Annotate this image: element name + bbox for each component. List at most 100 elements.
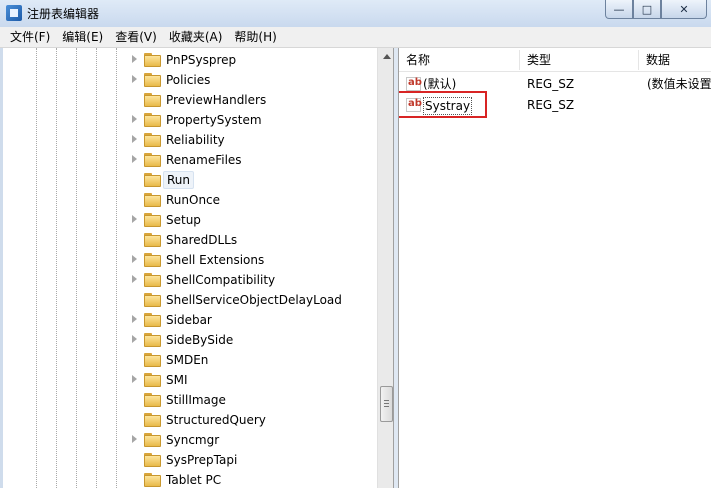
tree-node-label: SideBySide [166,333,234,347]
registry-tree[interactable]: PnPSysprep Policies PreviewHandlers Propert… [3,48,394,488]
expand-arrow-icon[interactable] [132,335,137,343]
expand-arrow-icon[interactable] [132,215,137,223]
value-row[interactable]: ab Systray REG_SZ [399,91,711,118]
tree-node[interactable]: SysPrepTapi [3,450,375,470]
string-value-icon: ab [406,77,422,91]
value-name: (默认) [423,77,457,91]
tree-node-label: SharedDLLs [166,233,238,247]
column-name[interactable]: 名称 [399,48,519,72]
column-type[interactable]: 类型 [520,48,638,72]
tree-node[interactable]: SharedDLLs [3,230,375,250]
title-bar: 注册表编辑器 — □ ✕ [0,0,711,27]
tree-node[interactable]: RenameFiles [3,150,375,170]
tree-node-label: Tablet PC [166,473,222,487]
tree-node[interactable]: SideBySide [3,330,375,350]
tree-node-label: RenameFiles [166,153,242,167]
tree-node-label: StillImage [166,393,226,407]
tree-node[interactable]: Syncmgr [3,430,375,450]
folder-icon [144,253,161,267]
tree-scrollbar[interactable] [377,48,393,488]
window-title: 注册表编辑器 [27,7,100,21]
tree-node[interactable]: Tablet PC [3,470,375,488]
tree-node[interactable]: Policies [3,70,375,90]
scroll-thumb[interactable] [380,386,393,422]
folder-icon [144,193,161,207]
tree-node[interactable]: RunOnce [3,190,375,210]
tree-node-label: PreviewHandlers [166,93,267,107]
tree-node-label: Shell Extensions [166,253,265,267]
folder-icon [144,413,161,427]
tree-node-label: Run [163,171,195,189]
folder-icon [144,473,161,487]
tree-node[interactable]: Run [3,170,375,190]
tree-node[interactable]: PnPSysprep [3,50,375,70]
folder-icon [144,173,161,187]
tree-node[interactable]: SMI [3,370,375,390]
column-data[interactable]: 数据 [639,48,711,72]
tree-node-label: RunOnce [166,193,221,207]
menu-favorites[interactable]: 收藏夹(A) [163,27,229,47]
folder-icon [144,313,161,327]
folder-icon [144,153,161,167]
tree-node-label: PnPSysprep [166,53,237,67]
maximize-button[interactable]: □ [633,0,661,19]
tree-node[interactable]: Shell Extensions [3,250,375,270]
expand-arrow-icon[interactable] [132,255,137,263]
tree-node-label: Reliability [166,133,225,147]
tree-node-label: ShellServiceObjectDelayLoad [166,293,342,307]
tree-node-label: SysPrepTapi [166,453,238,467]
expand-arrow-icon[interactable] [132,435,137,443]
string-value-icon: ab [406,98,422,112]
expand-arrow-icon[interactable] [132,315,137,323]
tree-node[interactable]: Setup [3,210,375,230]
tree-node-label: SMI [166,373,188,387]
expand-arrow-icon[interactable] [132,75,137,83]
menu-file[interactable]: 文件(F) [4,27,56,47]
folder-icon [144,93,161,107]
folder-icon [144,393,161,407]
folder-icon [144,53,161,67]
folder-icon [144,453,161,467]
tree-node[interactable]: ShellCompatibility [3,270,375,290]
folder-icon [144,113,161,127]
tree-node[interactable]: StructuredQuery [3,410,375,430]
values-list[interactable]: 名称 类型 数据 ab (默认) REG_SZ (数值未设置 ab Systray REG_… [398,48,711,488]
value-type: REG_SZ [527,77,575,91]
minimize-button[interactable]: — [605,0,633,19]
tree-node[interactable]: Reliability [3,130,375,150]
expand-arrow-icon[interactable] [132,135,137,143]
list-header: 名称 类型 数据 [399,48,711,72]
tree-node[interactable]: PreviewHandlers [3,90,375,110]
tree-node-label: ShellCompatibility [166,273,276,287]
scroll-up-arrow-icon[interactable] [378,48,393,65]
menu-bar: 文件(F) 编辑(E) 查看(V) 收藏夹(A) 帮助(H) [0,27,711,48]
value-name: Systray [423,97,473,115]
expand-arrow-icon[interactable] [132,55,137,63]
folder-icon [144,333,161,347]
expand-arrow-icon[interactable] [132,115,137,123]
expand-arrow-icon[interactable] [132,155,137,163]
tree-node[interactable]: SMDEn [3,350,375,370]
tree-node-label: Syncmgr [166,433,220,447]
tree-node-label: StructuredQuery [166,413,266,427]
menu-edit[interactable]: 编辑(E) [56,27,109,47]
value-data: (数值未设置 [647,77,711,91]
tree-node[interactable]: ShellServiceObjectDelayLoad [3,290,375,310]
close-button[interactable]: ✕ [661,0,707,19]
tree-node[interactable]: PropertySystem [3,110,375,130]
folder-icon [144,353,161,367]
tree-node[interactable]: StillImage [3,390,375,410]
folder-icon [144,133,161,147]
folder-icon [144,213,161,227]
expand-arrow-icon[interactable] [132,275,137,283]
menu-view[interactable]: 查看(V) [109,27,163,47]
expand-arrow-icon[interactable] [132,375,137,383]
tree-node-label: Sidebar [166,313,212,327]
folder-icon [144,233,161,247]
folder-icon [144,273,161,287]
value-type: REG_SZ [527,98,575,112]
tree-node-label: Policies [166,73,211,87]
menu-help[interactable]: 帮助(H) [228,27,282,47]
folder-icon [144,373,161,387]
tree-node[interactable]: Sidebar [3,310,375,330]
